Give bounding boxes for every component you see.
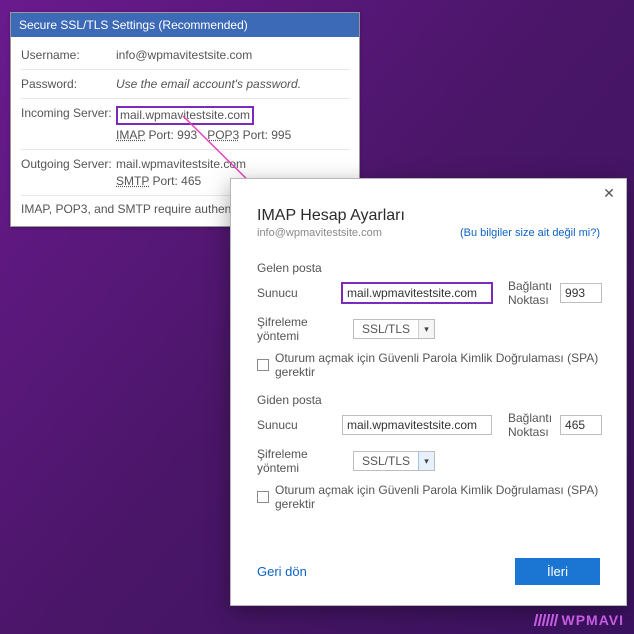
smtp-label: SMTP [116,174,149,188]
incoming-server-label2: Sunucu [257,286,342,300]
wpmavi-logo: WPMAVI [535,612,624,628]
imap-settings-dialog: ✕ IMAP Hesap Ayarları info@wpmavitestsit… [230,178,627,606]
username-label: Username: [21,48,116,62]
incoming-server-host: mail.wpmavitestsite.com [116,106,254,125]
outgoing-port-input[interactable] [560,415,602,435]
chevron-down-icon: ▾ [418,320,434,338]
incoming-port-label: Bağlantı Noktası [508,279,552,307]
outgoing-section-label: Giden posta [257,393,600,407]
next-button[interactable]: İleri [515,558,600,585]
password-row: Password: Use the email account's passwo… [21,70,349,99]
outgoing-server-label: Outgoing Server: [21,157,116,171]
chevron-down-icon: ▾ [418,452,434,470]
incoming-server-row: Incoming Server: mail.wpmavitestsite.com… [21,99,349,150]
pop3-port: 995 [271,128,291,142]
outgoing-spa-checkbox[interactable] [257,491,269,503]
incoming-encryption-select[interactable]: SSL/TLS ▾ [353,319,435,339]
barcode-icon [535,614,557,626]
dialog-email: info@wpmavitestsite.com [257,227,382,239]
username-row: Username: info@wpmavitestsite.com [21,41,349,70]
ssl-settings-header: Secure SSL/TLS Settings (Recommended) [11,13,359,37]
outgoing-encryption-select[interactable]: SSL/TLS ▾ [353,451,435,471]
outgoing-server-input[interactable] [342,415,492,435]
smtp-port: 465 [181,174,201,188]
pop3-label: POP3 [207,128,239,142]
dialog-title: IMAP Hesap Ayarları [257,207,600,225]
incoming-port-input[interactable] [560,283,602,303]
password-label: Password: [21,77,116,91]
close-button[interactable]: ✕ [600,185,618,203]
imap-port: 993 [177,128,197,142]
incoming-ports: IMAP Port: 993 POP3 Port: 995 [116,128,349,142]
password-value: Use the email account's password. [116,77,301,91]
incoming-server-input[interactable] [342,283,492,303]
outgoing-encryption-label: Şifreleme yöntemi [257,447,353,475]
incoming-spa-label: Oturum açmak için Güvenli Parola Kimlik … [275,351,600,379]
outgoing-port-label: Bağlantı Noktası [508,411,552,439]
outgoing-server-label2: Sunucu [257,418,342,432]
incoming-server-label: Incoming Server: [21,106,116,120]
outgoing-server-host: mail.wpmavitestsite.com [116,157,246,171]
not-you-link[interactable]: (Bu bilgiler size ait değil mi?) [460,227,600,239]
back-button[interactable]: Geri dön [257,564,307,579]
incoming-section-label: Gelen posta [257,261,600,275]
imap-label: IMAP [116,128,145,142]
incoming-encryption-label: Şifreleme yöntemi [257,315,353,343]
incoming-spa-checkbox[interactable] [257,359,269,371]
outgoing-spa-label: Oturum açmak için Güvenli Parola Kimlik … [275,483,600,511]
username-value: info@wpmavitestsite.com [116,48,349,62]
